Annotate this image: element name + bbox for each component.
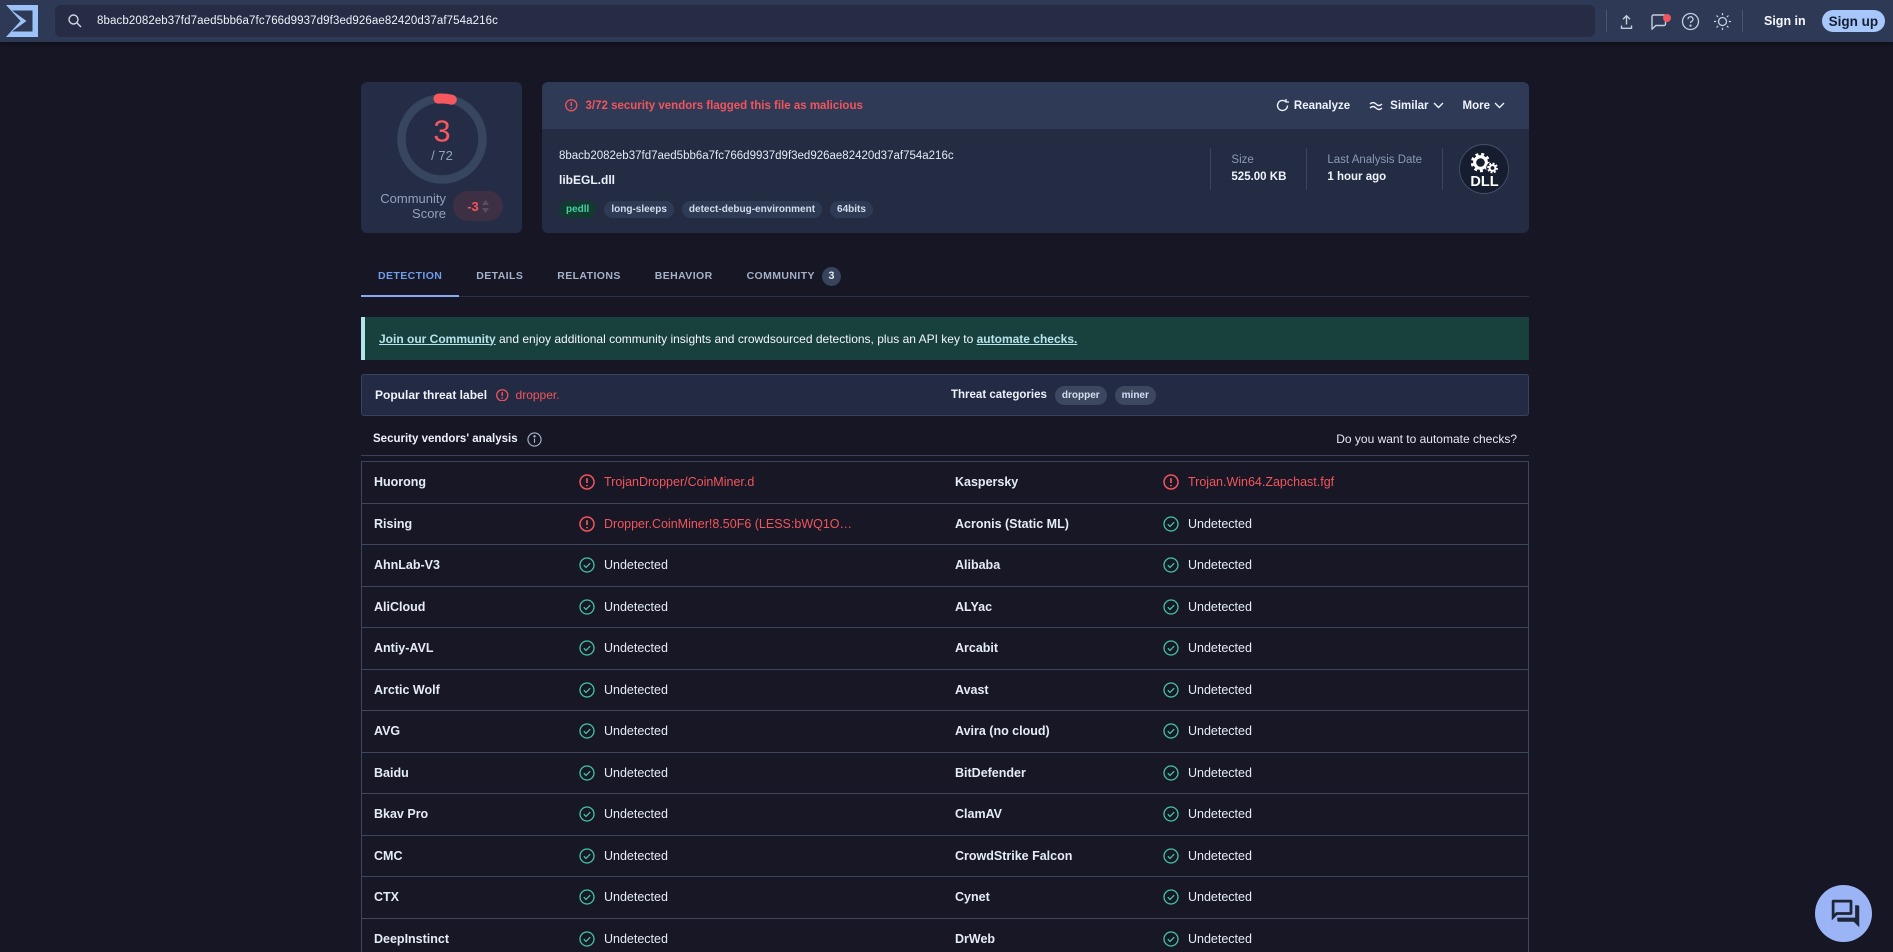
svg-text:/ 72: / 72 bbox=[431, 148, 453, 163]
svg-text:DLL: DLL bbox=[1470, 174, 1498, 190]
svg-text:3: 3 bbox=[433, 114, 450, 149]
